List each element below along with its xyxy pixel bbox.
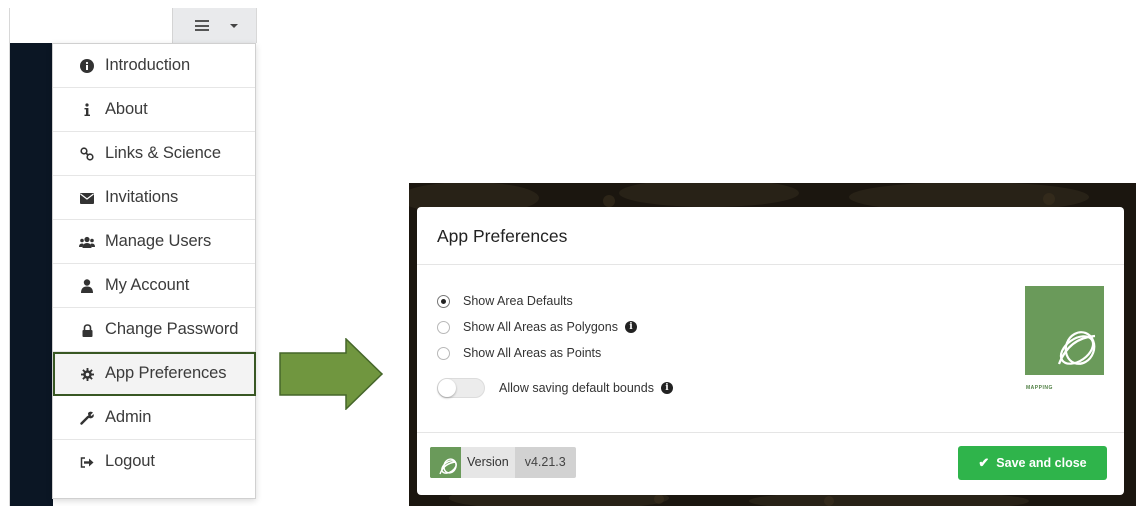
radio-label: Show All Areas as Polygons <box>463 320 618 334</box>
menu-item-invitations[interactable]: Invitations <box>53 176 255 220</box>
menu-item-my-account[interactable]: My Account <box>53 264 255 308</box>
link-icon <box>79 146 95 162</box>
radio-show-area-defaults[interactable]: Show Area Defaults <box>437 291 573 311</box>
users-icon <box>79 234 95 250</box>
radio-show-all-areas-polygons[interactable]: Show All Areas as Polygons i <box>437 317 637 337</box>
menu-item-about[interactable]: About <box>53 88 255 132</box>
menu-item-label: Change Password <box>105 320 239 338</box>
modal-title: App Preferences <box>437 226 568 246</box>
check-icon: ✔ <box>978 455 990 470</box>
arrow-right-icon <box>279 338 383 410</box>
menu-toggle-button[interactable] <box>172 8 256 43</box>
menu-item-app-preferences[interactable]: App Preferences <box>53 352 256 396</box>
menu-panel: Introduction About Links & Science Invit… <box>9 8 257 506</box>
menu-item-change-password[interactable]: Change Password <box>53 308 255 352</box>
version-value: v4.21.3 <box>514 447 576 478</box>
radio-label: Show Area Defaults <box>463 294 573 308</box>
menu-item-label: Manage Users <box>105 232 212 250</box>
menu-item-logout[interactable]: Logout <box>53 440 255 484</box>
info-icon <box>79 102 95 118</box>
sidebar-dark-strip <box>10 43 53 506</box>
version-label: Version <box>461 447 515 478</box>
radio-button[interactable] <box>437 320 450 334</box>
dropdown-menu: Introduction About Links & Science Invit… <box>52 43 256 499</box>
save-button-label: Save and close <box>996 456 1087 470</box>
radio-button[interactable] <box>437 346 450 360</box>
menu-item-label: Invitations <box>105 188 179 206</box>
info-circle-icon <box>79 58 95 74</box>
toggle-switch[interactable] <box>437 378 485 398</box>
user-icon <box>79 278 95 294</box>
menu-item-introduction[interactable]: Introduction <box>53 44 255 88</box>
menu-item-label: Logout <box>105 452 155 470</box>
menu-item-label: App Preferences <box>105 364 227 382</box>
sign-out-icon <box>79 454 95 470</box>
caret-down-icon <box>230 24 238 28</box>
info-circle-icon[interactable]: i <box>660 382 673 394</box>
info-circle-icon[interactable]: i <box>624 321 637 333</box>
menu-item-links-science[interactable]: Links & Science <box>53 132 255 176</box>
modal-body: Show Area Defaults Show All Areas as Pol… <box>417 265 1124 432</box>
gear-icon <box>79 366 95 382</box>
version-badge: Version v4.21.3 <box>430 447 576 478</box>
modal-footer: Version v4.21.3 ✔ Save and close <box>417 432 1124 495</box>
radio-show-all-areas-points[interactable]: Show All Areas as Points <box>437 343 601 363</box>
menu-item-label: Links & Science <box>105 144 221 162</box>
save-and-close-button[interactable]: ✔ Save and close <box>958 446 1107 480</box>
toggle-label: Allow saving default bounds <box>499 381 654 395</box>
menu-item-label: About <box>105 100 148 118</box>
top-bar <box>10 8 257 43</box>
radio-label: Show All Areas as Points <box>463 346 602 360</box>
app-logo-icon <box>430 447 461 478</box>
modal-header: App Preferences <box>417 207 1124 265</box>
logo-text: MAPPING <box>1026 385 1053 391</box>
envelope-icon <box>79 190 95 206</box>
menu-item-manage-users[interactable]: Manage Users <box>53 220 255 264</box>
app-preferences-modal: App Preferences Show Area Defaults Show … <box>417 207 1124 495</box>
wrench-icon <box>79 410 95 426</box>
menu-item-admin[interactable]: Admin <box>53 396 255 440</box>
hamburger-icon <box>195 20 209 31</box>
toggle-default-bounds-row[interactable]: Allow saving default bounds i <box>437 377 673 399</box>
menu-item-label: Introduction <box>105 56 191 74</box>
menu-item-label: Admin <box>105 408 152 426</box>
mapping-logo <box>1025 286 1104 375</box>
menu-item-label: My Account <box>105 276 190 294</box>
radio-button-checked[interactable] <box>437 294 450 308</box>
screenshot-stage: Introduction About Links & Science Invit… <box>0 0 1136 506</box>
lock-icon <box>79 322 95 338</box>
